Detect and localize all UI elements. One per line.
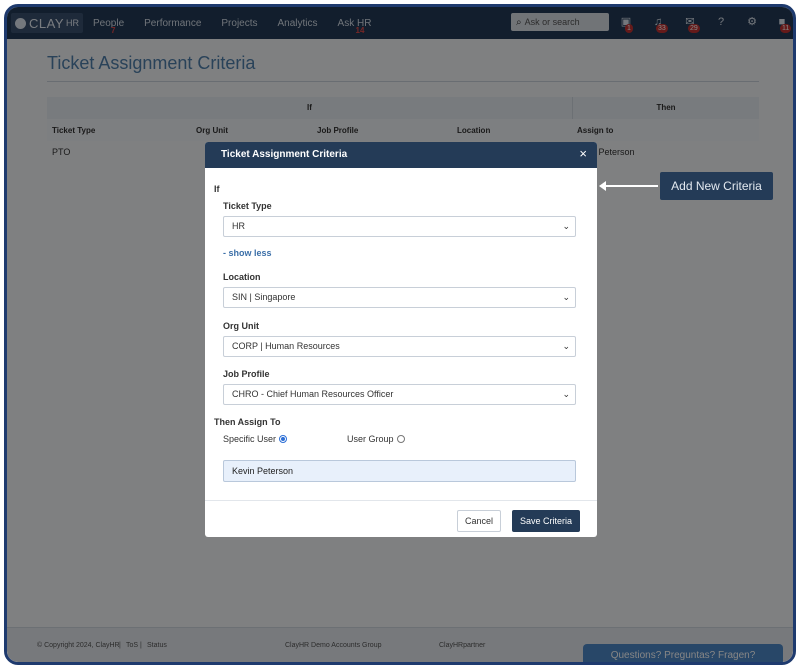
chevron-down-icon: ⌄	[562, 341, 570, 351]
show-less-link[interactable]: - show less	[223, 248, 272, 258]
job-profile-value: CHRO - Chief Human Resources Officer	[232, 389, 394, 399]
chevron-down-icon: ⌄	[562, 221, 570, 231]
radio-checked-icon[interactable]	[279, 435, 288, 443]
radio-specific-user[interactable]: Specific User	[223, 434, 288, 444]
radio-unchecked-icon[interactable]	[396, 435, 405, 443]
app-frame: CLAY HR People 7 Performance Projects An…	[4, 4, 796, 665]
save-criteria-button[interactable]: Save Criteria	[512, 510, 580, 532]
modal-title: Ticket Assignment Criteria	[221, 149, 348, 160]
specific-user-input[interactable]: Kevin Peterson	[223, 460, 576, 482]
radio-user-group[interactable]: User Group	[347, 434, 405, 444]
ticket-type-select[interactable]: HR ⌄	[223, 216, 576, 237]
org-unit-value: CORP | Human Resources	[232, 341, 340, 351]
modal-footer-divider	[205, 500, 597, 501]
ticket-type-label: Ticket Type	[223, 201, 272, 211]
add-new-criteria-callout[interactable]: Add New Criteria	[660, 172, 773, 200]
criteria-modal: Ticket Assignment Criteria × If Ticket T…	[205, 142, 597, 537]
location-value: SIN | Singapore	[232, 292, 296, 302]
job-profile-label: Job Profile	[223, 369, 270, 379]
location-select[interactable]: SIN | Singapore ⌄	[223, 287, 576, 308]
ticket-type-value: HR	[232, 221, 245, 231]
assign-to-label: Then Assign To	[214, 417, 281, 427]
location-label: Location	[223, 272, 261, 282]
if-label: If	[214, 184, 220, 194]
job-profile-select[interactable]: CHRO - Chief Human Resources Officer ⌄	[223, 384, 576, 405]
radio-specific-user-label: Specific User	[223, 434, 277, 444]
modal-header: Ticket Assignment Criteria ×	[205, 142, 597, 168]
chevron-down-icon: ⌄	[562, 292, 570, 302]
close-icon[interactable]: ×	[579, 147, 587, 161]
org-unit-label: Org Unit	[223, 321, 259, 331]
cancel-button[interactable]: Cancel	[457, 510, 501, 532]
radio-user-group-label: User Group	[347, 434, 394, 444]
callout-arrow-icon	[599, 181, 658, 191]
chevron-down-icon: ⌄	[562, 389, 570, 399]
org-unit-select[interactable]: CORP | Human Resources ⌄	[223, 336, 576, 357]
